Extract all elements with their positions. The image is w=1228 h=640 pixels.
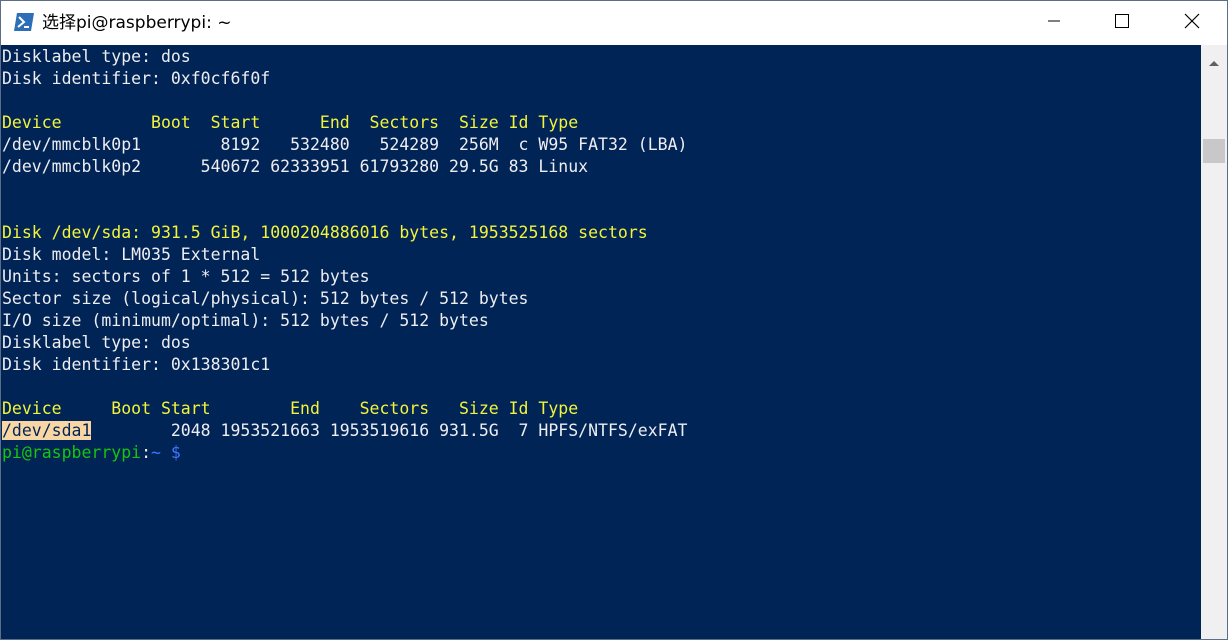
close-button[interactable] xyxy=(1169,1,1215,45)
maximize-icon xyxy=(1114,13,1130,34)
scrollbar-thumb[interactable] xyxy=(1203,139,1225,163)
terminal-line: Sector size (logical/physical): 512 byte… xyxy=(2,289,529,308)
partition-row: /dev/mmcblk0p1 8192 532480 524289 256M c… xyxy=(2,135,688,154)
window-title: 选择pi@raspberrypi: ~ xyxy=(42,13,232,33)
terminal-line: Units: sectors of 1 * 512 = 512 bytes xyxy=(2,267,370,286)
partition-row-values: 2048 1953521663 1953519616 931.5G 7 HPFS… xyxy=(91,421,688,440)
selected-text[interactable]: /dev/sda1 xyxy=(2,421,92,440)
terminal-window: 选择pi@raspberrypi: ~ Disklabel type: dos … xyxy=(0,0,1228,640)
minimize-button[interactable] xyxy=(1031,1,1077,45)
terminal-line: I/O size (minimum/optimal): 512 bytes / … xyxy=(2,311,489,330)
partition-row: /dev/mmcblk0p2 540672 62333951 61793280 … xyxy=(2,157,589,176)
minimize-icon xyxy=(1047,14,1061,33)
maximize-button[interactable] xyxy=(1099,1,1145,45)
terminal-line: Disklabel type: dos xyxy=(2,47,191,66)
chevron-up-icon xyxy=(1209,53,1219,71)
powershell-icon xyxy=(13,12,35,32)
terminal-line: Disklabel type: dos xyxy=(2,333,191,352)
disk-header: Disk /dev/sda: 931.5 GiB, 1000204886016 … xyxy=(2,223,648,242)
terminal-line: Disk identifier: 0x138301c1 xyxy=(2,355,271,374)
prompt-user: pi@raspberrypi xyxy=(2,443,142,462)
close-icon xyxy=(1184,13,1200,34)
vertical-scrollbar[interactable] xyxy=(1201,45,1227,639)
terminal-output[interactable]: Disklabel type: dos Disk identifier: 0xf… xyxy=(1,45,1201,639)
title-bar[interactable]: 选择pi@raspberrypi: ~ xyxy=(1,1,1227,45)
prompt-dollar: $ xyxy=(160,443,181,462)
prompt-path: ~ xyxy=(151,443,161,462)
partition-row: /dev/sda1 2048 1953521663 1953519616 931… xyxy=(2,420,687,442)
terminal-line: Disk identifier: 0xf0cf6f0f xyxy=(2,69,271,88)
prompt-colon: : xyxy=(141,443,152,462)
terminal-line: Disk model: LM035 External xyxy=(2,245,261,264)
shell-prompt[interactable]: pi@raspberrypi:~ $ xyxy=(2,442,181,464)
partition-table-header: Device Boot Start End Sectors Size Id Ty… xyxy=(2,399,579,418)
scroll-up-button[interactable] xyxy=(1201,45,1227,79)
partition-table-header: Device Boot Start End Sectors Size Id Ty… xyxy=(2,113,579,132)
